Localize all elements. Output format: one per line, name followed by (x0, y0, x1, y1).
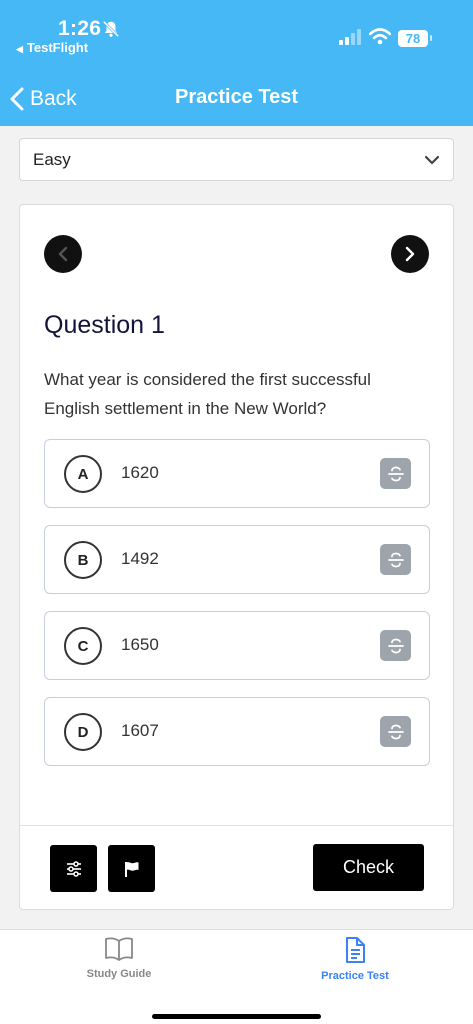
settings-button[interactable] (50, 845, 97, 892)
document-icon (346, 937, 365, 963)
status-time: 1:26 (58, 17, 102, 40)
answer-option-a[interactable]: A 1620 (44, 439, 430, 508)
flag-question-button[interactable] (108, 845, 155, 892)
answer-option-c[interactable]: C 1650 (44, 611, 430, 680)
strikethrough-button[interactable] (380, 544, 411, 575)
strikethrough-icon (387, 552, 404, 567)
back-button[interactable]: Back (10, 84, 77, 114)
app-header: 1:26 ◀ TestFlight 78 Back Practice Test (0, 0, 473, 126)
question-text: What year is considered the first succes… (44, 370, 371, 418)
next-question-button[interactable] (391, 235, 429, 273)
previous-question-button[interactable] (44, 235, 82, 273)
question-card: Question 1 What year is considered the f… (19, 204, 454, 910)
battery-indicator: 78 (398, 30, 428, 47)
option-letter: D (64, 713, 102, 751)
option-text: 1492 (121, 549, 159, 568)
bell-muted-icon (102, 20, 120, 38)
option-text: 1620 (121, 463, 159, 482)
strikethrough-button[interactable] (380, 458, 411, 489)
tab-label: Practice Test (321, 970, 389, 982)
question-heading: Question 1 (44, 311, 165, 339)
answer-option-d[interactable]: D 1607 (44, 697, 430, 766)
option-letter: B (64, 541, 102, 579)
difficulty-value: Easy (33, 149, 71, 169)
cellular-signal-icon (339, 29, 361, 45)
check-answer-button[interactable]: Check (313, 844, 424, 891)
tab-practice-test[interactable]: Practice Test (285, 936, 425, 982)
battery-cap (430, 35, 432, 41)
strikethrough-icon (387, 466, 404, 481)
home-indicator (152, 1014, 321, 1019)
chevron-down-icon (424, 155, 440, 164)
strikethrough-button[interactable] (380, 630, 411, 661)
tab-label: Study Guide (86, 968, 152, 980)
strikethrough-button[interactable] (380, 716, 411, 747)
option-text: 1650 (121, 635, 159, 654)
tab-study-guide[interactable]: Study Guide (49, 936, 189, 980)
wifi-icon (369, 28, 391, 45)
book-icon (105, 937, 133, 961)
strikethrough-icon (387, 724, 404, 739)
strikethrough-icon (387, 638, 404, 653)
flag-icon (124, 861, 138, 877)
difficulty-select[interactable]: Easy (19, 138, 454, 181)
answer-option-b[interactable]: B 1492 (44, 525, 430, 594)
card-divider (20, 825, 453, 826)
option-text: 1607 (121, 721, 159, 740)
back-label: Back (30, 87, 77, 110)
chevron-right-icon (405, 246, 415, 262)
testflight-label: TestFlight (26, 40, 89, 55)
chevron-left-icon (58, 246, 68, 262)
return-to-testflight[interactable]: ◀ TestFlight (16, 40, 88, 55)
option-letter: A (64, 455, 102, 493)
bottom-tab-bar: Study Guide Practice Test (0, 929, 473, 1024)
chevron-left-icon (10, 87, 24, 111)
option-letter: C (64, 627, 102, 665)
sliders-icon (66, 860, 81, 877)
